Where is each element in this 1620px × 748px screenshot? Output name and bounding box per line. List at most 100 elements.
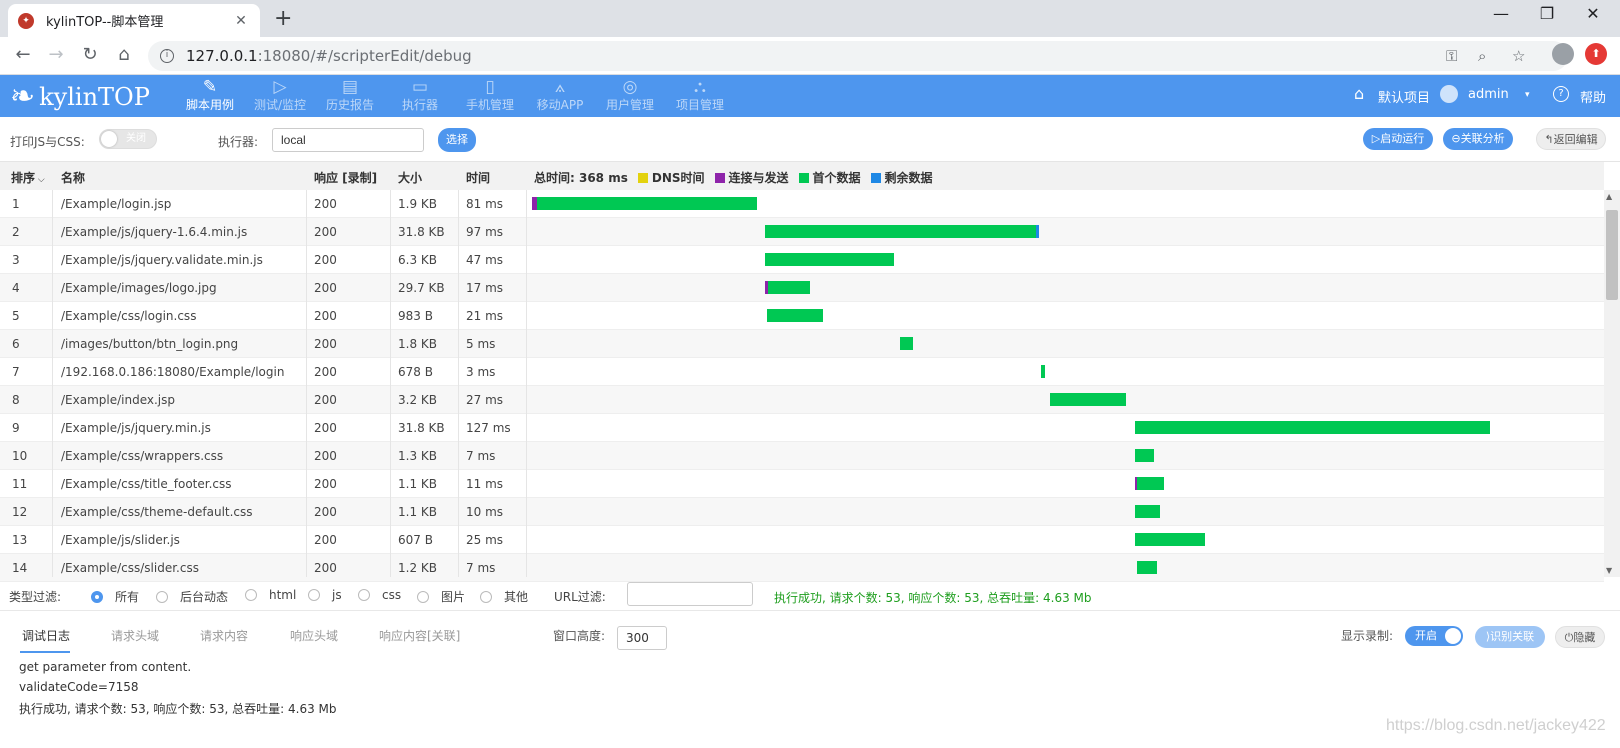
info-icon[interactable]: i bbox=[160, 49, 174, 63]
table-row[interactable]: 8/Example/index.jsp 200 3.2 KB 27 ms bbox=[0, 386, 1604, 414]
print-js-css-toggle[interactable]: 关闭 bbox=[99, 129, 157, 149]
table-row[interactable]: 1/Example/login.jsp 200 1.9 KB 81 ms bbox=[0, 190, 1604, 218]
tab-response-headers[interactable]: 响应头域 bbox=[290, 627, 338, 644]
legend-connect: 连接与发送 bbox=[728, 171, 789, 185]
url-filter-label: URL过滤: bbox=[554, 590, 606, 604]
filter-other[interactable]: 其他 bbox=[480, 588, 528, 605]
identify-button[interactable]: ⟩识别关联 bbox=[1475, 626, 1545, 648]
scroll-down-icon[interactable]: ▼ bbox=[1606, 566, 1612, 575]
profile-avatar[interactable] bbox=[1552, 43, 1574, 65]
address-bar: ← → ↻ ⌂ i 127.0.0.1:18080/#/scripterEdit… bbox=[0, 37, 1620, 75]
filter-image[interactable]: 图片 bbox=[417, 588, 465, 605]
row-time: 25 ms bbox=[466, 533, 504, 547]
row-size: 1.1 KB bbox=[398, 477, 437, 491]
play-icon: ▷ bbox=[273, 77, 287, 97]
project-select[interactable]: 默认项目 bbox=[1378, 87, 1430, 106]
nav-project[interactable]: ⛬ 项目管理 bbox=[665, 77, 735, 117]
zoom-icon[interactable]: ⌕ bbox=[1478, 47, 1486, 65]
table-row[interactable]: 7/192.168.0.186:18080/Example/login 200 67… bbox=[0, 358, 1604, 386]
chevron-down-icon: ⌵ bbox=[35, 175, 45, 185]
executor-input[interactable] bbox=[272, 128, 424, 152]
legend-first-data: 首个数据 bbox=[812, 171, 861, 185]
radio-off-icon bbox=[358, 589, 370, 601]
app-header: ❧ kylinTOP ✎ 脚本用例 ▷ 测试/监控 ▤ 历史报告 ▭ 执行器 ▯… bbox=[0, 75, 1620, 117]
browser-tab-bar: ✦ kylinTOP--脚本管理 ✕ + — ❐ ✕ bbox=[0, 0, 1620, 37]
nav-phone[interactable]: ▯ 手机管理 bbox=[455, 77, 525, 117]
legend-first-data-swatch bbox=[798, 172, 809, 183]
nav-executor[interactable]: ▭ 执行器 bbox=[385, 77, 455, 117]
col-order-header[interactable]: 排序 ⌵ bbox=[11, 169, 45, 186]
filter-xhr[interactable]: 后台动态 bbox=[156, 588, 228, 605]
table-row[interactable]: 12/Example/css/theme-default.css 200 1.1 K… bbox=[0, 498, 1604, 526]
row-size: 3.2 KB bbox=[398, 393, 437, 407]
filter-css[interactable]: css bbox=[358, 588, 401, 602]
browser-tab[interactable]: ✦ kylinTOP--脚本管理 ✕ bbox=[8, 4, 260, 37]
forward-icon[interactable]: → bbox=[43, 44, 69, 65]
help-icon[interactable]: ? bbox=[1553, 86, 1569, 102]
filter-all[interactable]: 所有 bbox=[91, 588, 139, 605]
restore-icon[interactable]: ❐ bbox=[1524, 4, 1570, 23]
table-row[interactable]: 5/Example/css/login.css 200 983 B 21 ms bbox=[0, 302, 1604, 330]
extension-icon[interactable]: ⬆ bbox=[1585, 43, 1607, 65]
row-response: 200 bbox=[314, 393, 337, 407]
user-name[interactable]: admin bbox=[1468, 87, 1509, 102]
table-row[interactable]: 6/images/button/btn_login.png 200 1.8 KB 5 … bbox=[0, 330, 1604, 358]
row-order: 1 bbox=[12, 197, 20, 211]
house-icon[interactable]: ⌂ bbox=[1354, 84, 1364, 103]
nav-history-report[interactable]: ▤ 历史报告 bbox=[315, 77, 385, 117]
nav-scripts[interactable]: ✎ 脚本用例 bbox=[175, 77, 245, 117]
tab-request-headers[interactable]: 请求头域 bbox=[111, 627, 159, 644]
select-button[interactable]: 选择 bbox=[438, 128, 476, 152]
scroll-thumb[interactable] bbox=[1606, 210, 1618, 300]
table-row[interactable]: 11/Example/css/title_footer.css 200 1.1 KB… bbox=[0, 470, 1604, 498]
window-close-icon[interactable]: ✕ bbox=[1570, 4, 1616, 23]
scroll-up-icon[interactable]: ▲ bbox=[1606, 192, 1612, 201]
table-row[interactable]: 10/Example/css/wrappers.css 200 1.3 KB 7 ms bbox=[0, 442, 1604, 470]
row-response: 200 bbox=[314, 533, 337, 547]
waterfall-bar bbox=[765, 253, 894, 266]
show-record-toggle[interactable]: 开启 bbox=[1405, 626, 1463, 646]
caret-down-icon[interactable]: ▾ bbox=[1525, 90, 1530, 100]
close-icon[interactable]: ✕ bbox=[232, 13, 250, 29]
table-row[interactable]: 4/Example/images/logo.jpg 200 29.7 KB 17 ms bbox=[0, 274, 1604, 302]
minimize-icon[interactable]: — bbox=[1478, 4, 1524, 23]
table-row[interactable]: 3/Example/js/jquery.validate.min.js 200 6.… bbox=[0, 246, 1604, 274]
avatar[interactable] bbox=[1440, 85, 1458, 103]
tab-response-body[interactable]: 响应内容[关联] bbox=[379, 627, 460, 644]
key-icon[interactable]: ⚿ bbox=[1446, 47, 1457, 65]
row-order: 8 bbox=[12, 393, 20, 407]
legend-dns-swatch bbox=[637, 172, 648, 183]
new-tab-icon[interactable]: + bbox=[274, 6, 292, 31]
row-response: 200 bbox=[314, 365, 337, 379]
tab-debug-log[interactable]: 调试日志 bbox=[22, 627, 70, 644]
window-height-input[interactable]: 300 bbox=[617, 626, 667, 650]
analyze-button[interactable]: ⊖关联分析 bbox=[1443, 128, 1513, 150]
user-icon: ◎ bbox=[622, 77, 638, 97]
table-row[interactable]: 2/Example/js/jquery-1.6.4.min.js 200 31.8 … bbox=[0, 218, 1604, 246]
tab-request-body[interactable]: 请求内容 bbox=[200, 627, 248, 644]
bookmark-star-icon[interactable]: ☆ bbox=[1512, 47, 1525, 65]
watermark: https://blog.csdn.net/jackey422 bbox=[1386, 717, 1606, 734]
url-filter-input[interactable] bbox=[627, 582, 753, 606]
back-icon[interactable]: ← bbox=[10, 44, 36, 65]
waterfall-bar bbox=[1050, 393, 1126, 406]
row-name: /Example/js/jquery.min.js bbox=[61, 421, 211, 435]
radio-off-icon bbox=[480, 590, 492, 603]
table-row[interactable]: 9/Example/js/jquery.min.js 200 31.8 KB 127 … bbox=[0, 414, 1604, 442]
run-button[interactable]: ▷启动运行 bbox=[1363, 128, 1433, 150]
filter-js[interactable]: js bbox=[308, 588, 342, 602]
play-icon: ▷ bbox=[1371, 132, 1381, 145]
help-link[interactable]: 帮助 bbox=[1580, 87, 1606, 106]
table-row[interactable]: 13/Example/js/slider.js 200 607 B 25 ms bbox=[0, 526, 1604, 554]
hide-button[interactable]: ⏻隐藏 bbox=[1555, 626, 1605, 648]
row-name: /192.168.0.186:18080/Example/login bbox=[61, 365, 285, 379]
filter-html[interactable]: html bbox=[245, 588, 296, 602]
back-edit-button[interactable]: ↰返回编辑 bbox=[1536, 128, 1606, 150]
nav-user[interactable]: ◎ 用户管理 bbox=[595, 77, 665, 117]
url-input[interactable]: i 127.0.0.1:18080/#/scripterEdit/debug ⚿… bbox=[148, 41, 1568, 71]
home-icon[interactable]: ⌂ bbox=[111, 44, 137, 65]
row-time: 27 ms bbox=[466, 393, 504, 407]
reload-icon[interactable]: ↻ bbox=[77, 44, 103, 65]
nav-mobile-app[interactable]: ⟑ 移动APP bbox=[525, 77, 595, 117]
nav-test-monitor[interactable]: ▷ 测试/监控 bbox=[245, 77, 315, 117]
